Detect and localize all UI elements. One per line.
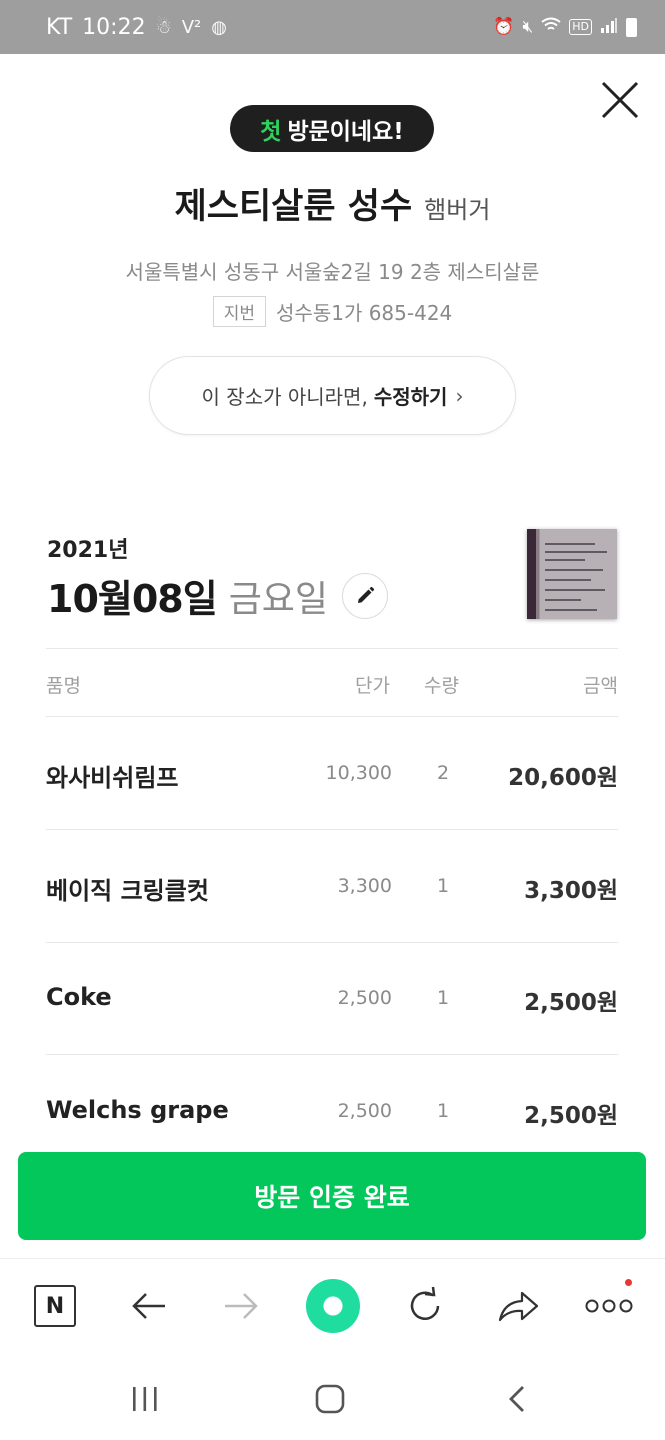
recent-apps-icon xyxy=(133,1387,157,1411)
pencil-icon xyxy=(358,586,375,603)
edit-prompt: 이 장소가 아니라면, xyxy=(201,385,368,409)
item-amount: 3,300원 xyxy=(524,878,618,904)
back-arrow-icon xyxy=(132,1293,165,1319)
signal-icon xyxy=(600,17,618,38)
share-icon xyxy=(498,1291,539,1322)
battery-icon xyxy=(626,17,637,37)
more-button[interactable] xyxy=(584,1279,634,1331)
first-visit-badge: 첫 방문이네요! xyxy=(230,105,434,152)
home-button[interactable] xyxy=(305,1374,355,1424)
home-icon xyxy=(315,1384,345,1414)
volte-icon: V² xyxy=(181,16,202,38)
notification-icon: ☃ xyxy=(155,16,172,38)
browser-toolbar: N xyxy=(0,1258,665,1354)
receipt-weekday: 금요일 xyxy=(228,578,329,620)
item-name: 베이직 크링클컷 xyxy=(46,877,209,905)
clock: 10:22 xyxy=(82,14,146,40)
item-amount: 2,500원 xyxy=(524,990,618,1016)
share-button[interactable] xyxy=(493,1281,543,1331)
shield-icon: ◍ xyxy=(211,16,227,38)
mute-icon: 🔇︎ xyxy=(522,17,534,37)
item-unit-price: 2,500 xyxy=(337,987,392,1009)
close-button[interactable] xyxy=(598,78,642,122)
item-name: 와사비쉬림프 xyxy=(46,764,179,792)
wifi-icon xyxy=(541,17,561,38)
column-header-name: 품명 xyxy=(46,675,81,697)
receipt-date: 10월08일 xyxy=(47,577,218,621)
item-amount: 2,500원 xyxy=(524,1103,618,1129)
place-name: 제스티살룬 성수 xyxy=(174,187,413,227)
item-quantity: 1 xyxy=(437,987,450,1009)
chevron-right-icon: › xyxy=(455,383,464,408)
item-quantity: 1 xyxy=(437,875,450,897)
edit-date-button[interactable] xyxy=(342,572,389,619)
notification-dot xyxy=(625,1279,632,1286)
carrier-label: KT xyxy=(46,14,73,40)
badge-highlight: 첫 xyxy=(260,118,282,145)
place-category: 햄버거 xyxy=(424,196,491,224)
jibun-label: 지번 xyxy=(212,296,267,327)
road-address: 서울특별시 성동구 서울숲2길 19 2층 제스티살룬 xyxy=(125,260,540,284)
receipt-year: 2021년 xyxy=(47,538,129,563)
table-row: 베이직 크링클컷 3,300 1 3,300원 xyxy=(46,831,618,943)
confirm-visit-button[interactable]: 방문 인증 완료 xyxy=(18,1152,646,1240)
hd-icon: HD xyxy=(569,19,592,35)
receipt-thumbnail[interactable] xyxy=(527,529,617,619)
alarm-icon: ⏰ xyxy=(493,17,515,37)
table-row: Coke 2,500 1 2,500원 xyxy=(46,943,618,1055)
item-quantity: 1 xyxy=(437,1100,450,1122)
status-bar: KT 10:22 ☃ V² ◍ ⏰ 🔇︎ HD xyxy=(0,0,665,54)
jibun-row: 지번 성수동1가 685-424 xyxy=(0,296,665,327)
forward-arrow-icon xyxy=(225,1293,258,1319)
column-header-unit-price: 단가 xyxy=(355,675,390,697)
item-unit-price: 3,300 xyxy=(337,875,392,897)
column-header-quantity: 수량 xyxy=(424,675,459,697)
item-quantity: 2 xyxy=(437,762,450,784)
system-nav-bar xyxy=(0,1354,665,1440)
refresh-button[interactable] xyxy=(400,1281,450,1331)
jibun-address: 성수동1가 685-424 xyxy=(276,301,453,325)
receipt-date-row: 10월08일 금요일 xyxy=(47,568,389,623)
naver-home-button[interactable]: N xyxy=(30,1281,80,1331)
divider xyxy=(46,1054,618,1055)
item-name: Welchs grape xyxy=(46,1096,229,1124)
divider xyxy=(46,648,618,649)
item-unit-price: 2,500 xyxy=(337,1100,392,1122)
refresh-icon xyxy=(410,1286,440,1320)
badge-text: 방문이네요! xyxy=(287,118,404,145)
edit-action: 수정하기 xyxy=(373,385,448,409)
item-name: Coke xyxy=(46,983,112,1011)
place-title: 제스티살룬 성수 햄버거 xyxy=(0,178,665,229)
green-dot-icon xyxy=(306,1279,360,1333)
edit-place-button[interactable]: 이 장소가 아니라면, 수정하기 › xyxy=(149,356,516,435)
item-amount: 20,600원 xyxy=(508,765,618,791)
close-icon xyxy=(601,81,639,119)
recent-apps-button[interactable] xyxy=(120,1374,170,1424)
column-header-amount: 금액 xyxy=(583,675,618,697)
green-dot-button[interactable] xyxy=(305,1278,361,1334)
back-nav-button[interactable] xyxy=(492,1374,542,1424)
naver-home-icon: N xyxy=(34,1285,76,1327)
more-icon xyxy=(585,1299,633,1313)
table-row: 와사비쉬림프 10,300 2 20,600원 xyxy=(46,718,618,830)
item-unit-price: 10,300 xyxy=(325,762,392,784)
divider xyxy=(46,716,618,717)
chevron-left-icon xyxy=(509,1386,524,1412)
forward-button[interactable] xyxy=(216,1281,266,1331)
divider xyxy=(46,829,618,830)
back-button[interactable] xyxy=(124,1281,174,1331)
